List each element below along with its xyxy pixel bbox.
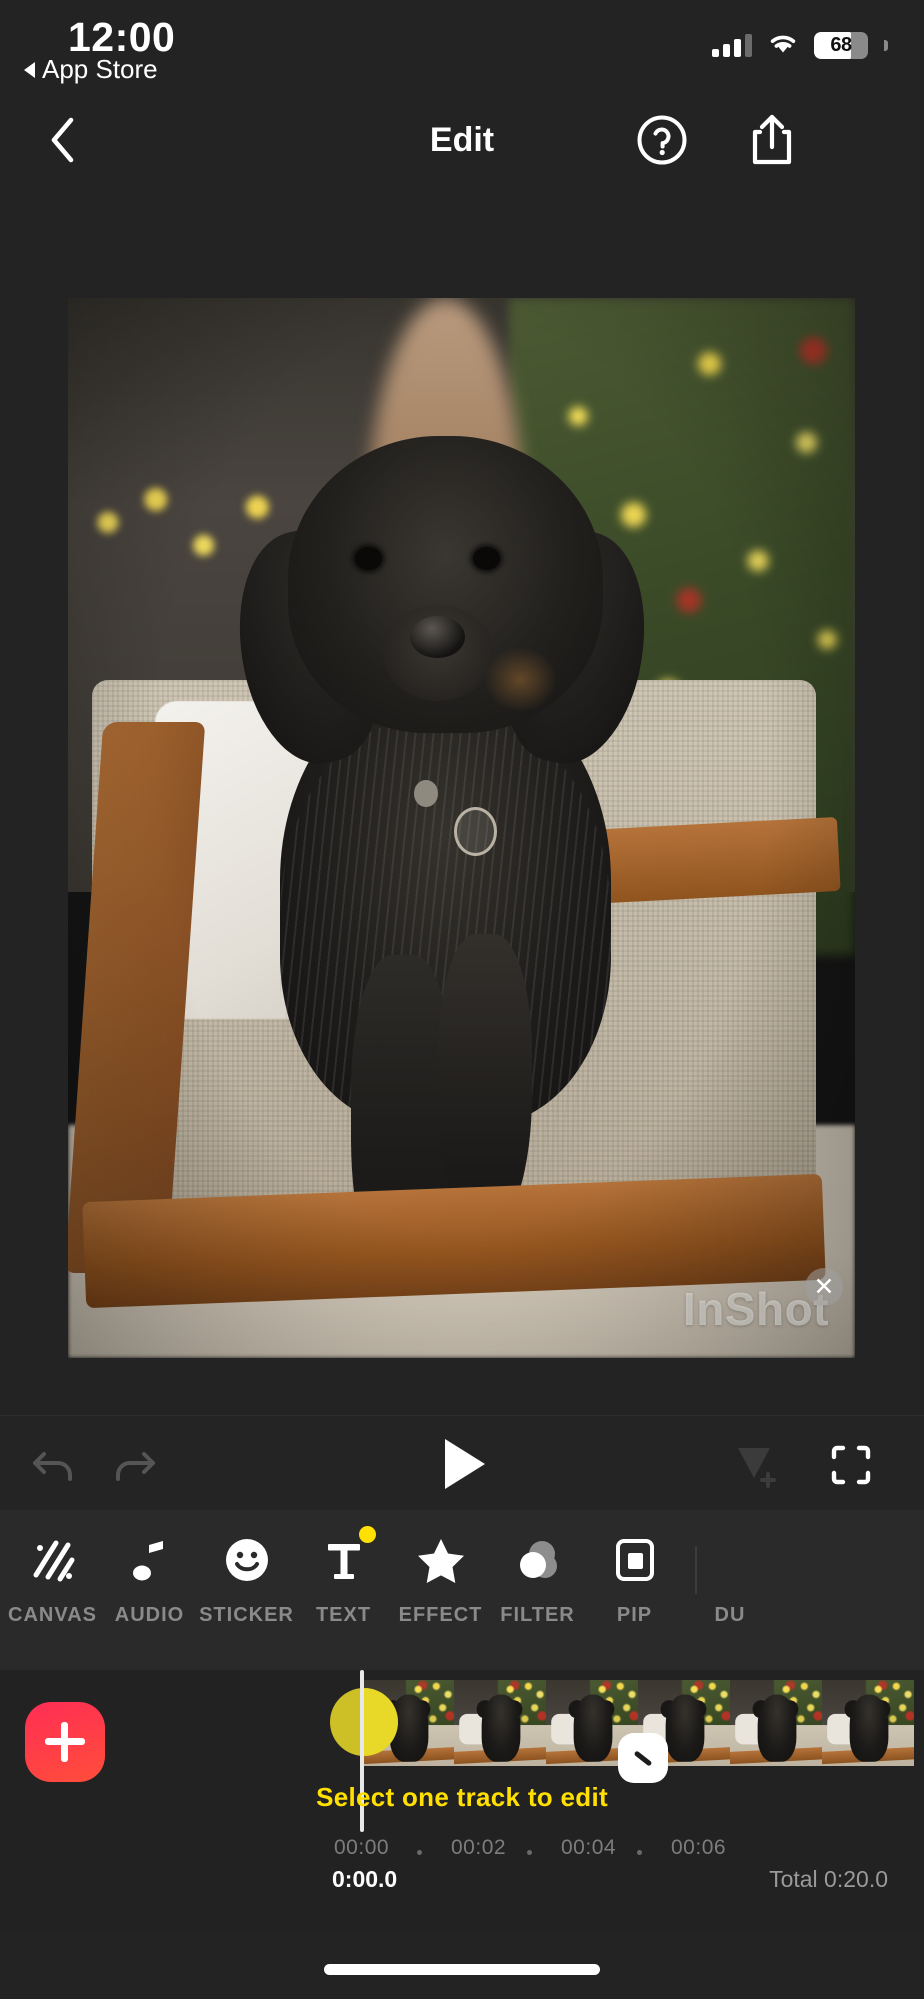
- play-button[interactable]: [431, 1433, 493, 1495]
- trim-handle[interactable]: [618, 1733, 668, 1783]
- ruler-dot: [527, 1850, 532, 1855]
- inshot-editor-screen: 12:00 App Store 68 Edit InShot ✕ CANVAS …: [0, 0, 924, 1999]
- star-icon: [413, 1532, 469, 1588]
- time-readout-row: 0:00.0 Total 0:20.0: [0, 1866, 924, 1902]
- fullscreen-expand-icon: [831, 1445, 871, 1485]
- ruler-dot: [417, 1850, 422, 1855]
- clip-thumbnail[interactable]: [822, 1680, 914, 1766]
- current-time-label: 0:00.0: [332, 1866, 398, 1892]
- timeline-hint: Select one track to edit: [316, 1782, 608, 1812]
- clip-thumbnail[interactable]: [454, 1680, 546, 1766]
- share-export-icon: [752, 114, 792, 165]
- picture-in-picture-icon: [607, 1532, 663, 1588]
- help-button[interactable]: [630, 108, 694, 172]
- undo-button[interactable]: [22, 1434, 84, 1496]
- clip-thumbnail[interactable]: [730, 1680, 822, 1766]
- overlapping-circles-icon: [510, 1532, 566, 1588]
- plus-icon: [45, 1722, 85, 1762]
- battery-percent-label: 68: [830, 33, 852, 56]
- undo-arrow-icon: [33, 1452, 72, 1481]
- smiley-face-icon: [219, 1532, 275, 1588]
- preview-photo: [68, 298, 855, 1358]
- add-media-button[interactable]: [25, 1702, 105, 1782]
- video-preview-canvas[interactable]: InShot ✕: [68, 298, 855, 1358]
- tool-strip[interactable]: CANVAS AUDIO STICKER TEXT EFFECT FILTER …: [0, 1510, 924, 1670]
- back-triangle-icon: [24, 61, 35, 78]
- add-keyframe-icon: [738, 1448, 776, 1488]
- tool-duplicate[interactable]: DU: [697, 1510, 763, 1627]
- redo-button[interactable]: [104, 1434, 166, 1496]
- play-triangle-icon: [445, 1439, 485, 1489]
- home-indicator[interactable]: [324, 1964, 600, 1975]
- trim-slash-icon: [633, 1749, 653, 1767]
- battery-icon: 68: [814, 31, 868, 59]
- new-feature-badge: [359, 1526, 376, 1543]
- canvas-diagonal-stripes-icon: [25, 1532, 81, 1588]
- tool-label: CANVAS: [8, 1604, 97, 1626]
- tool-sticker[interactable]: STICKER: [198, 1510, 295, 1627]
- close-x-icon[interactable]: ✕: [805, 1268, 843, 1306]
- back-button[interactable]: [30, 108, 94, 172]
- tool-label: TEXT: [315, 1604, 372, 1626]
- redo-arrow-icon: [116, 1452, 155, 1481]
- share-button[interactable]: [740, 108, 804, 172]
- total-duration-label: Total 0:20.0: [769, 1866, 888, 1892]
- question-mark-circle-icon: [637, 115, 687, 165]
- cellular-signal-icon: [712, 33, 752, 57]
- ruler-tick: 00:06: [671, 1836, 727, 1859]
- tool-audio[interactable]: AUDIO: [101, 1510, 198, 1627]
- tool-label: DU: [714, 1604, 746, 1626]
- preview-area: InShot ✕: [0, 180, 924, 1415]
- wifi-icon: [766, 30, 800, 61]
- tool-effect[interactable]: EFFECT: [392, 1510, 489, 1627]
- status-bar: 12:00 App Store 68: [0, 0, 924, 100]
- back-app-label: App Store: [42, 54, 158, 84]
- player-control-bar: [0, 1415, 924, 1510]
- back-to-app-store-indicator[interactable]: App Store: [24, 54, 158, 85]
- tool-label: PIP: [616, 1604, 653, 1626]
- tool-text[interactable]: TEXT: [295, 1510, 392, 1627]
- status-bar-indicators: 68: [712, 28, 888, 62]
- ruler-tick: 00:04: [561, 1836, 617, 1859]
- add-keyframe-button[interactable]: [724, 1434, 786, 1496]
- duplicate-icon: [702, 1532, 758, 1588]
- tool-pip[interactable]: PIP: [586, 1510, 683, 1627]
- timeline-panel: Select one track to edit 00:00 00:02 00:…: [0, 1670, 924, 1930]
- tool-label: EFFECT: [398, 1604, 483, 1626]
- ruler-dot: [637, 1850, 642, 1855]
- navigation-bar: Edit: [0, 100, 924, 180]
- chevron-left-icon: [51, 117, 74, 163]
- battery-cap-icon: [884, 39, 888, 51]
- tool-canvas[interactable]: CANVAS: [4, 1510, 101, 1627]
- tool-filter[interactable]: FILTER: [489, 1510, 586, 1627]
- music-note-icon: [122, 1532, 178, 1588]
- fullscreen-button[interactable]: [820, 1434, 882, 1496]
- tool-label: FILTER: [500, 1604, 575, 1626]
- ruler-tick: 00:02: [451, 1836, 507, 1859]
- tool-label: AUDIO: [114, 1604, 185, 1626]
- transition-marker-icon[interactable]: [330, 1688, 398, 1756]
- tool-label: STICKER: [199, 1604, 294, 1626]
- ruler-tick: 00:00: [334, 1836, 390, 1859]
